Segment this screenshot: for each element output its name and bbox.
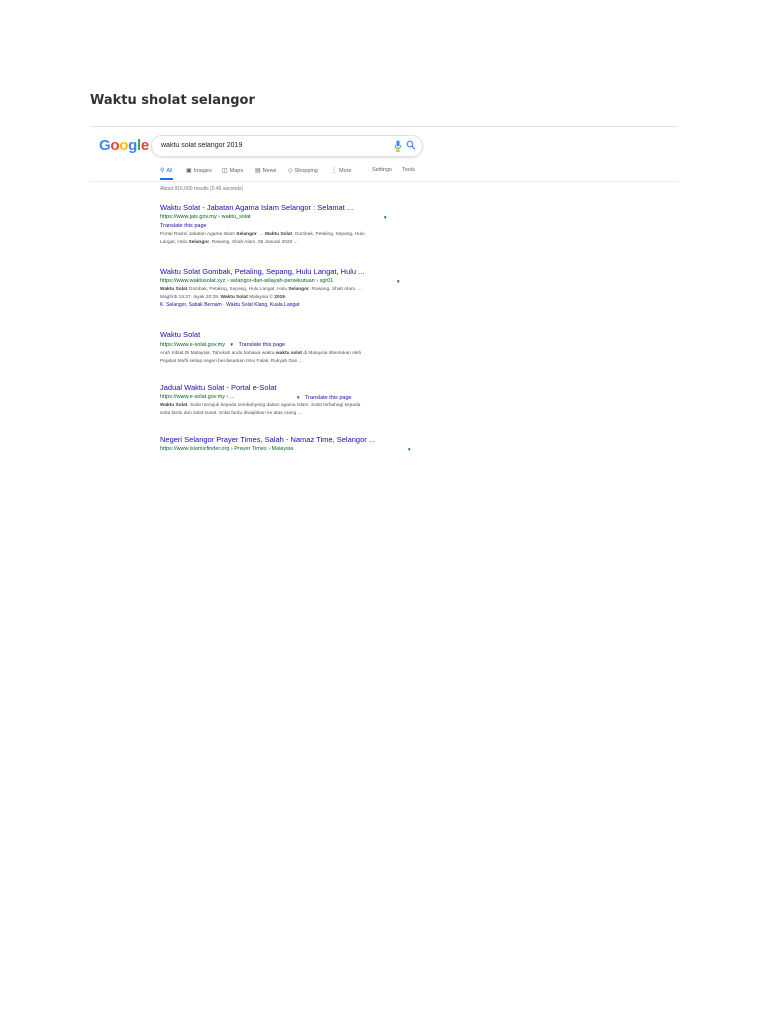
search-results-screenshot: Google ⚲ All ▣ Images ◫ Maps ▤ News (90, 126, 678, 455)
tab-news-label: News (262, 167, 277, 174)
tab-news[interactable]: ▤ News (255, 167, 277, 175)
map-icon: ◫ (222, 168, 228, 174)
result-title-link[interactable]: Waktu Solat - Jabatan Agama Islam Selang… (160, 203, 416, 213)
tab-all[interactable]: ⚲ All (160, 167, 173, 180)
result-stats: About 916,000 results (0.46 seconds) (160, 186, 244, 192)
tab-tools-label: Tools (402, 167, 415, 173)
result-snippet: Waktu Solat. Solat merujuk kepada sembah… (160, 402, 416, 417)
document-title: Waktu sholat selangor (90, 93, 255, 108)
tab-maps-label: Maps (229, 167, 244, 174)
result-title-link[interactable]: Jadual Waktu Solat - Portal e-Solat (160, 383, 416, 393)
translate-link[interactable]: Translate this page (239, 342, 286, 348)
logo-letter-o2: o (119, 137, 129, 154)
tab-settings-label: Settings (372, 167, 392, 173)
search-icon: ⚲ (160, 168, 165, 174)
search-result: Waktu Solat https://www.e-solat.gov.my ▼… (160, 330, 416, 365)
tab-shopping-label: Shopping (294, 167, 318, 174)
tab-all-label: All (166, 167, 173, 174)
result-url[interactable]: https://www.e-solat.gov.my › ... ▼ Trans… (160, 393, 416, 402)
google-logo[interactable]: Google (99, 137, 149, 154)
logo-letter-g2: g (128, 137, 137, 154)
logo-letter-g: G (99, 137, 111, 154)
result-url-text: https://www.waktusolat.xyz › selangor-da… (160, 278, 334, 284)
result-snippet: Waktu Solat Gombak, Petaling, Sepang, Hu… (160, 286, 416, 301)
caret-down-icon[interactable]: ▼ (383, 213, 387, 222)
result-url[interactable]: https://www.jais.gov.my › waktu_solat ▼ (160, 213, 416, 222)
snippet-line: Waktu Solat Gombak, Petaling, Sepang, Hu… (160, 287, 362, 292)
result-title-link[interactable]: Waktu Solat (160, 330, 416, 340)
tag-icon: ◇ (288, 168, 293, 174)
result-url[interactable]: https://www.e-solat.gov.my ▼ Translate t… (160, 340, 416, 350)
tab-more[interactable]: ⋮ More (331, 167, 352, 175)
search-result: Waktu Solat Gombak, Petaling, Sepang, Hu… (160, 267, 416, 309)
search-result: Jadual Waktu Solat - Portal e-Solat http… (160, 383, 416, 417)
logo-letter-e: e (140, 137, 149, 154)
result-url-text: https://www.jais.gov.my › waktu_solat (160, 214, 251, 220)
result-url-text: https://www.e-solat.gov.my › ... (160, 394, 235, 400)
search-result: Waktu Solat - Jabatan Agama Islam Selang… (160, 203, 416, 246)
snippet-line: Arah Kiblat Di Malaysia. Tahukah anda ba… (160, 351, 362, 356)
result-title-link[interactable]: Negeri Selangor Prayer Times, Salah - Na… (160, 435, 416, 445)
snippet-line: Maghrib 19:27. Isyak 20:39. Waktu Solat … (160, 294, 287, 300)
image-icon: ▣ (186, 168, 192, 174)
tab-more-label: More (339, 167, 352, 174)
result-title-link[interactable]: Waktu Solat Gombak, Petaling, Sepang, Hu… (160, 267, 416, 277)
snippet-line: Langat, Hulu Selangor, Rawang, Shah Alam… (160, 239, 298, 245)
result-url-text: https://www.e-solat.gov.my (160, 342, 226, 348)
bottom-fade (90, 449, 678, 455)
snippet-line: Portal Rasmi Jabatan Agama Islam Selango… (160, 232, 365, 237)
snippet-line: solat fardu dan solat sunat. Solat fardu… (160, 410, 302, 416)
translate-link[interactable]: Translate this page (305, 395, 352, 401)
tab-images[interactable]: ▣ Images (186, 167, 212, 175)
caret-down-icon[interactable]: ▼ (396, 277, 400, 286)
more-vertical-icon: ⋮ (331, 168, 337, 174)
result-url[interactable]: https://www.waktusolat.xyz › selangor-da… (160, 277, 416, 286)
tab-tools[interactable]: Tools (402, 167, 415, 173)
translate-group[interactable]: ▼ Translate this page (293, 393, 352, 403)
result-sitelinks[interactable]: K. Selangor, Sabak Bernam · Waktu Solat … (160, 301, 416, 309)
search-icon[interactable] (406, 140, 416, 151)
tab-images-label: Images (193, 167, 212, 174)
caret-down-icon[interactable]: ▼ (296, 395, 300, 400)
search-tabs: ⚲ All ▣ Images ◫ Maps ▤ News ◇ Shopping … (90, 165, 678, 182)
search-input[interactable] (161, 139, 371, 152)
snippet-line: Pejabat Mufti setiap negeri berdasarkan … (160, 358, 303, 364)
tab-maps[interactable]: ◫ Maps (222, 167, 244, 175)
microphone-icon[interactable] (394, 140, 402, 152)
logo-letter-o1: o (110, 137, 120, 154)
search-box (151, 135, 423, 157)
result-snippet: Arah Kiblat Di Malaysia. Tahukah anda ba… (160, 350, 416, 365)
news-icon: ▤ (255, 168, 261, 174)
translate-link[interactable]: Translate this page (160, 222, 416, 231)
caret-down-icon[interactable]: ▼ (230, 342, 234, 347)
result-snippet: Portal Rasmi Jabatan Agama Islam Selango… (160, 231, 416, 246)
tab-settings[interactable]: Settings (372, 167, 392, 173)
tab-shopping[interactable]: ◇ Shopping (288, 167, 318, 175)
snippet-line: Waktu Solat. Solat merujuk kepada sembah… (160, 403, 361, 408)
